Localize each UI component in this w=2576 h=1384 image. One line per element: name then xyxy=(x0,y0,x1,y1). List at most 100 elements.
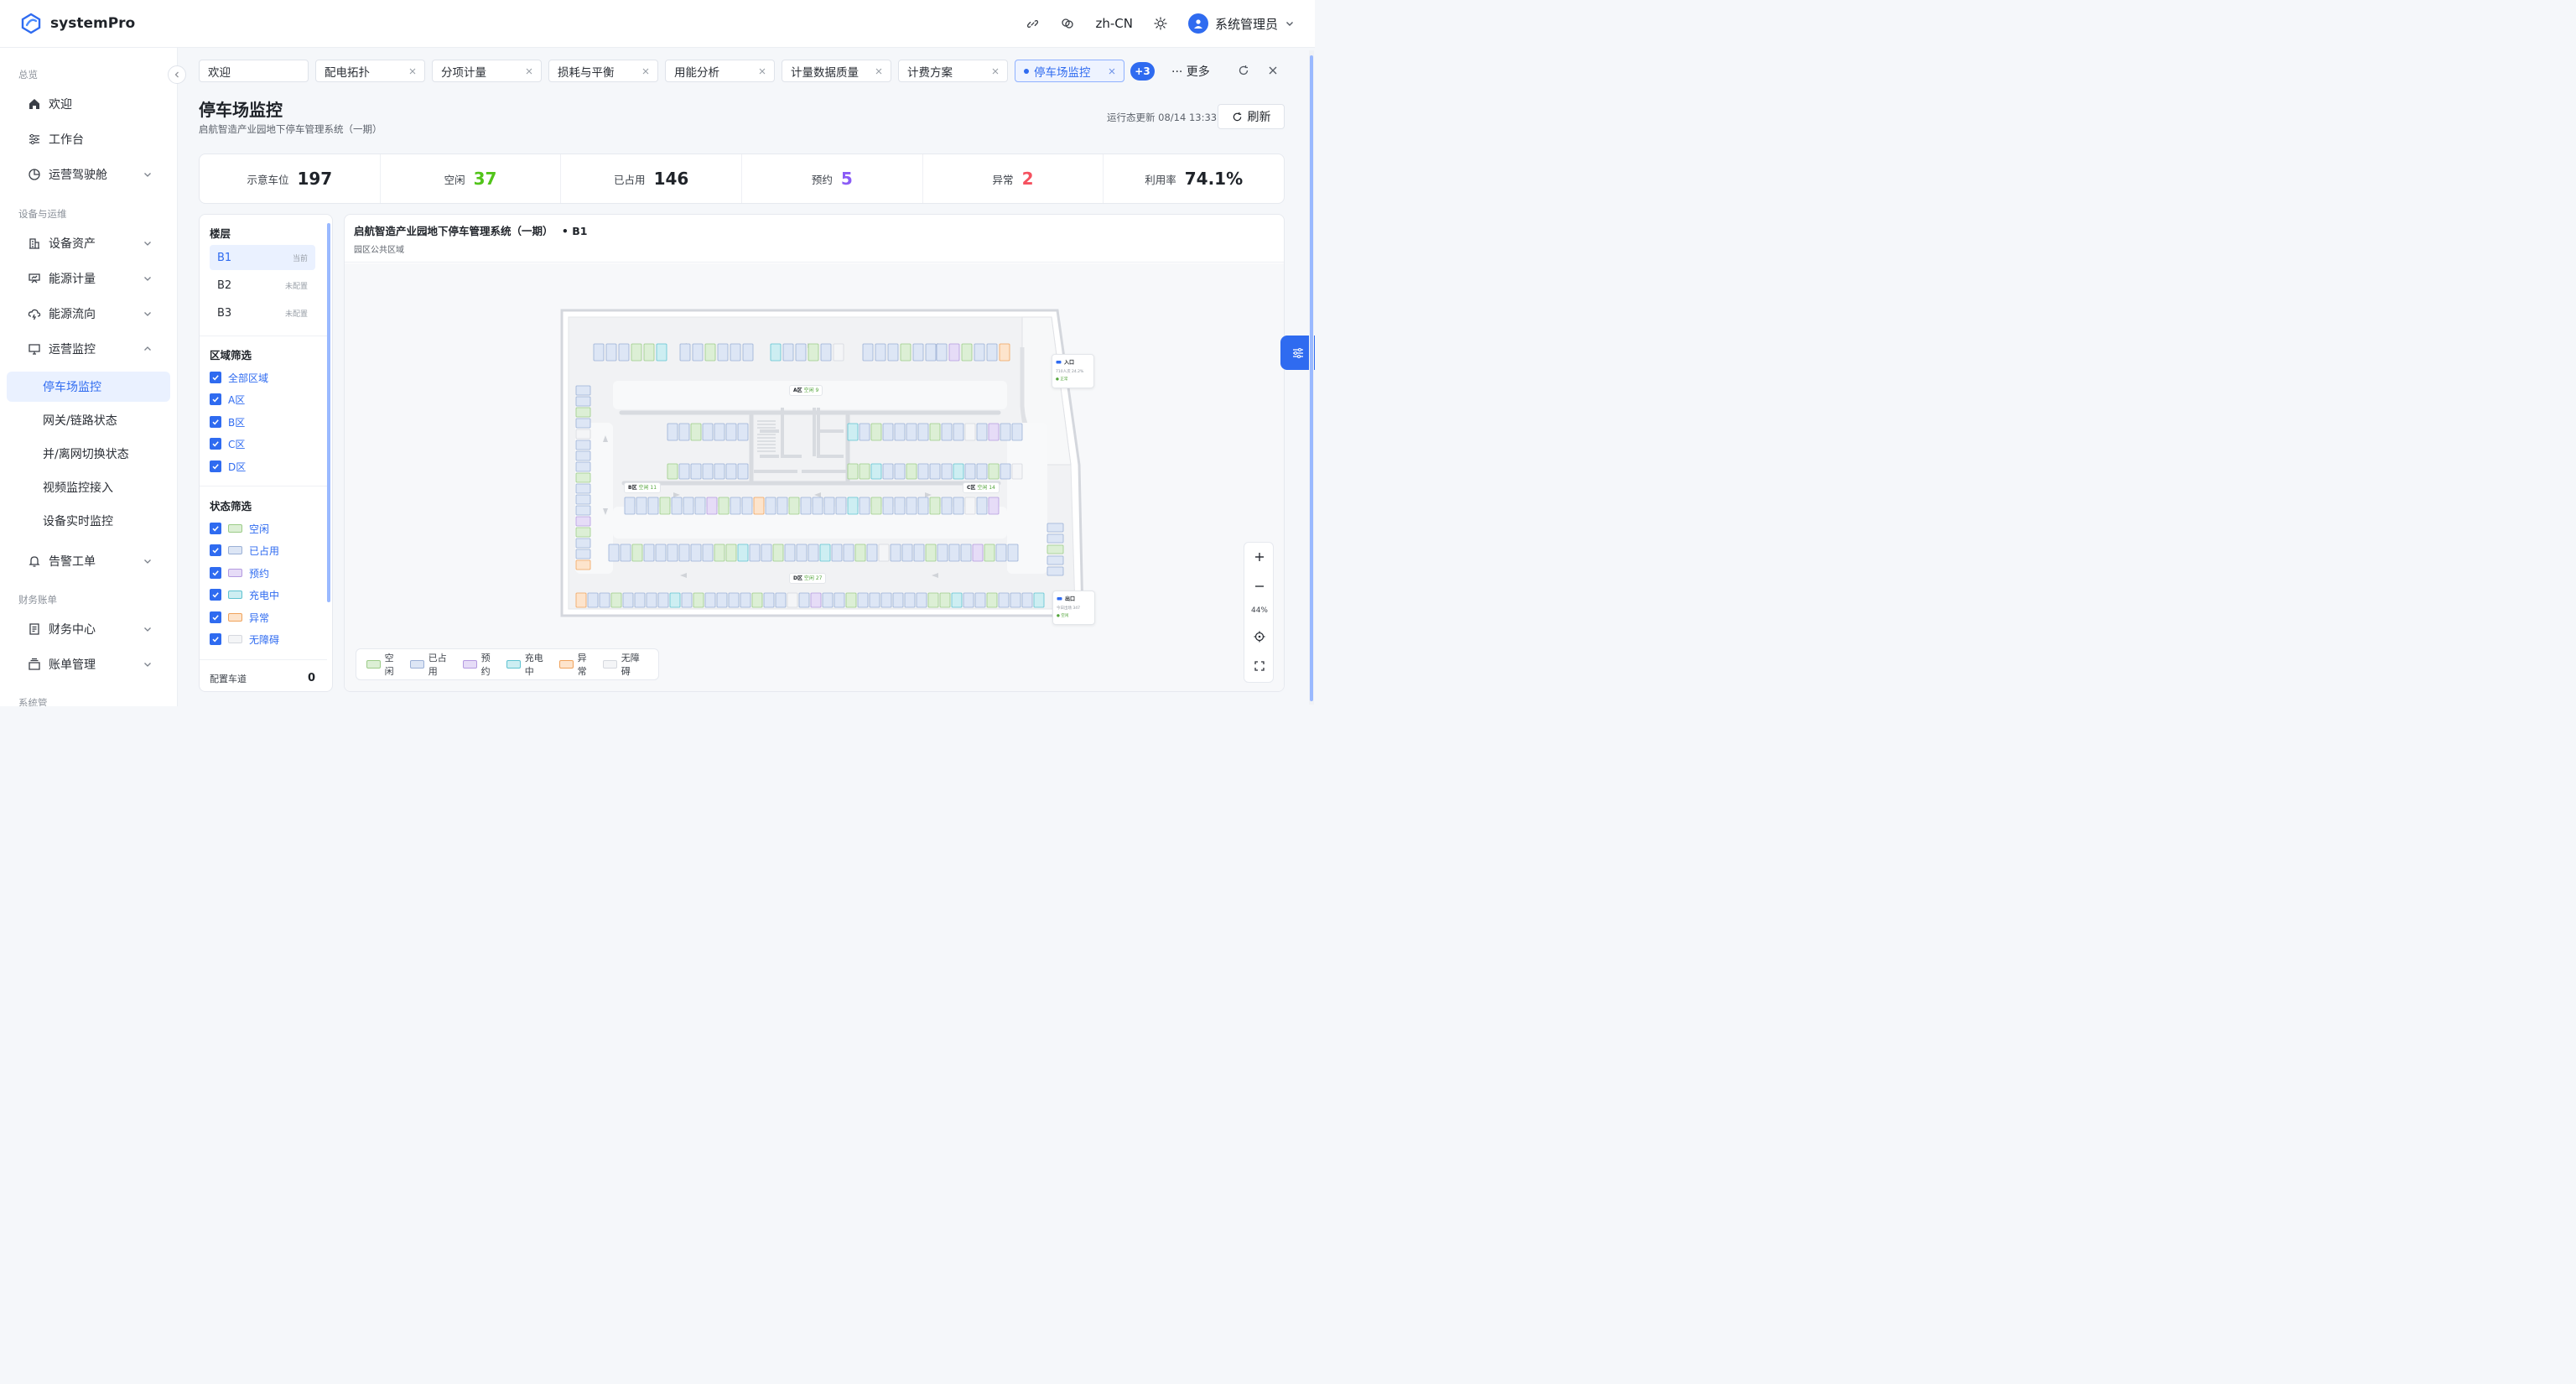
parking-spot[interactable] xyxy=(1046,566,1064,576)
parking-spot[interactable] xyxy=(1046,555,1064,565)
parking-spot[interactable] xyxy=(917,497,929,515)
parking-spot[interactable] xyxy=(927,592,939,608)
parking-spot[interactable] xyxy=(906,423,917,441)
parking-spot[interactable] xyxy=(833,343,844,362)
parking-spot[interactable] xyxy=(624,497,636,515)
parking-spot[interactable] xyxy=(714,463,725,480)
parking-spot[interactable] xyxy=(575,559,591,570)
zoom-out-icon[interactable] xyxy=(1253,580,1266,593)
parking-spot[interactable] xyxy=(847,423,859,441)
parking-spot[interactable] xyxy=(882,463,894,480)
status-checkbox-abnormal[interactable]: 异常 xyxy=(210,611,269,624)
parking-spot[interactable] xyxy=(925,544,937,562)
language-switch[interactable]: zh-CN xyxy=(1095,16,1133,31)
close-icon[interactable] xyxy=(991,67,1000,75)
parking-spot[interactable] xyxy=(770,343,782,362)
parking-spot[interactable] xyxy=(599,592,610,608)
status-checkbox-accessible[interactable]: 无障碍 xyxy=(210,632,279,646)
parking-spot[interactable] xyxy=(963,592,974,608)
parking-spot[interactable] xyxy=(575,592,587,608)
tab-loss-balance[interactable]: 损耗与平衡 xyxy=(548,60,658,82)
parking-spot[interactable] xyxy=(937,544,948,562)
parking-spot[interactable] xyxy=(887,343,899,362)
parking-spot[interactable] xyxy=(925,343,937,362)
parking-spot[interactable] xyxy=(659,497,671,515)
parking-spot[interactable] xyxy=(901,544,913,562)
parking-spot[interactable] xyxy=(1010,592,1021,608)
parking-spot[interactable] xyxy=(988,423,1000,441)
parking-spot[interactable] xyxy=(808,544,819,562)
parking-spot[interactable] xyxy=(725,423,737,441)
tab-billing-plan[interactable]: 计费方案 xyxy=(898,60,1008,82)
parking-spot[interactable] xyxy=(728,592,740,608)
parking-spot[interactable] xyxy=(575,385,591,396)
parking-spot[interactable] xyxy=(575,450,591,461)
parking-spot[interactable] xyxy=(823,497,835,515)
parking-spot[interactable] xyxy=(618,343,630,362)
sidebar-item-finance-center[interactable]: 财务中心 xyxy=(7,614,170,644)
parking-spot[interactable] xyxy=(776,497,788,515)
parking-spot[interactable] xyxy=(951,592,963,608)
parking-spot[interactable] xyxy=(740,592,751,608)
parking-spot[interactable] xyxy=(999,343,1010,362)
tab-parking-monitor[interactable]: 停车场监控 xyxy=(1015,60,1124,82)
parking-spot[interactable] xyxy=(714,544,725,562)
parking-spot[interactable] xyxy=(730,343,741,362)
parking-spot[interactable] xyxy=(882,423,894,441)
status-checkbox-charging[interactable]: 充电中 xyxy=(210,588,279,601)
parking-spot[interactable] xyxy=(1011,463,1023,480)
status-checkbox-occupied[interactable]: 已占用 xyxy=(210,544,279,557)
parking-spot[interactable] xyxy=(831,544,843,562)
sidebar-subitem-device-realtime[interactable]: 设备实时监控 xyxy=(7,506,170,536)
parking-spot[interactable] xyxy=(929,463,941,480)
parking-spot[interactable] xyxy=(862,343,874,362)
parking-spot[interactable] xyxy=(948,343,960,362)
parking-spot[interactable] xyxy=(631,343,642,362)
tab-sub-metering[interactable]: 分项计量 xyxy=(432,60,542,82)
parking-spot[interactable] xyxy=(894,423,906,441)
sidebar-item-metering[interactable]: 能源计量 xyxy=(7,263,170,294)
parking-spot[interactable] xyxy=(988,463,1000,480)
parking-spot[interactable] xyxy=(575,483,591,494)
tab-welcome[interactable]: 欢迎 xyxy=(199,60,309,82)
parking-spot[interactable] xyxy=(772,544,784,562)
zone-label-d[interactable]: D区 空闲 27 xyxy=(789,573,827,584)
parking-spot[interactable] xyxy=(1000,423,1011,441)
parking-spot[interactable] xyxy=(866,544,878,562)
parking-spot[interactable] xyxy=(880,592,892,608)
sidebar-item-operations[interactable]: 运营监控 xyxy=(7,334,170,364)
page-scrollbar[interactable] xyxy=(1310,55,1313,701)
parking-spot[interactable] xyxy=(1046,544,1064,554)
sidebar-item-alarms[interactable]: 告警工单 xyxy=(7,546,170,576)
parking-spot[interactable] xyxy=(730,497,741,515)
parking-spot[interactable] xyxy=(593,343,605,362)
parking-spot[interactable] xyxy=(643,544,655,562)
parking-spot[interactable] xyxy=(812,497,823,515)
tab-distribution-topology[interactable]: 配电拓扑 xyxy=(315,60,425,82)
sidebar-item-bills[interactable]: 账单管理 xyxy=(7,649,170,679)
parking-spot[interactable] xyxy=(859,423,870,441)
parking-spot[interactable] xyxy=(854,544,866,562)
link-icon[interactable] xyxy=(1025,16,1040,31)
parking-spot[interactable] xyxy=(929,497,941,515)
refresh-button[interactable]: 刷新 xyxy=(1218,104,1285,129)
brand[interactable]: systemPro xyxy=(20,13,135,34)
parking-spot[interactable] xyxy=(683,497,694,515)
close-icon[interactable] xyxy=(758,67,766,75)
parking-spot[interactable] xyxy=(575,407,591,418)
parking-spot[interactable] xyxy=(634,592,646,608)
hidden-tabs-badge[interactable]: +3 xyxy=(1130,62,1155,81)
parking-spot[interactable] xyxy=(690,544,702,562)
parking-spot[interactable] xyxy=(859,463,870,480)
parking-spot[interactable] xyxy=(798,592,810,608)
parking-spot[interactable] xyxy=(995,544,1007,562)
parking-spot[interactable] xyxy=(906,497,917,515)
parking-spot[interactable] xyxy=(800,497,812,515)
parking-spot[interactable] xyxy=(976,423,988,441)
parking-spot[interactable] xyxy=(702,544,714,562)
parking-spot[interactable] xyxy=(892,592,904,608)
parking-spot[interactable] xyxy=(998,592,1010,608)
parking-spot[interactable] xyxy=(575,429,591,440)
parking-spot[interactable] xyxy=(671,497,683,515)
parking-map-canvas[interactable]: A区 空闲 9 B区 空闲 11 C区 空闲 14 D区 空闲 27 入口 71… xyxy=(345,263,1284,691)
